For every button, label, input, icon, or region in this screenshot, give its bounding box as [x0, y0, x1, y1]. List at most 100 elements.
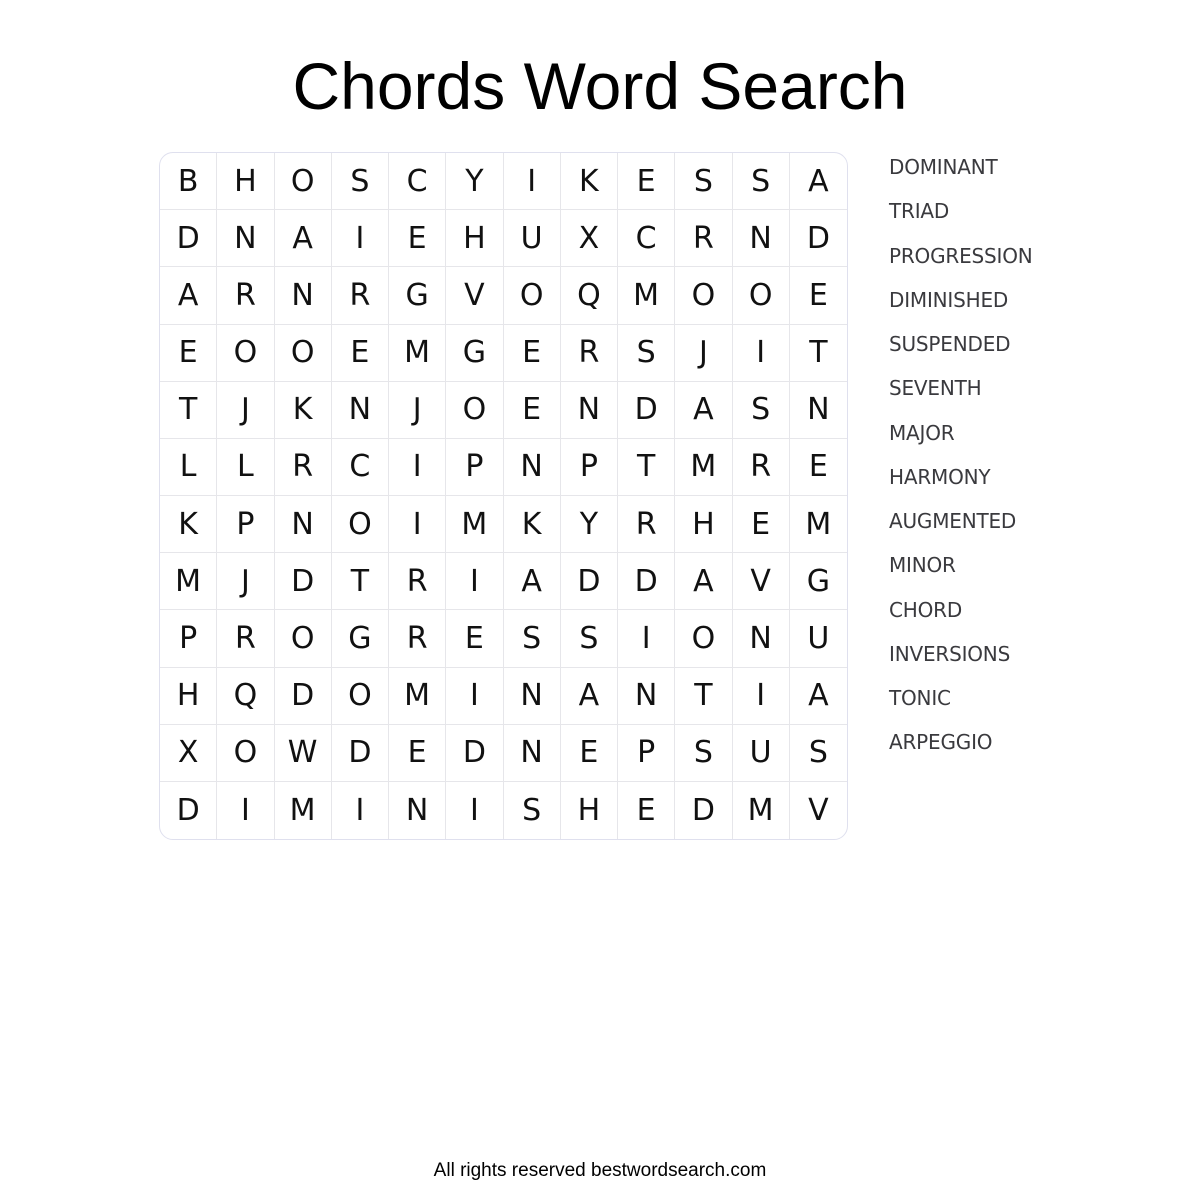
grid-cell[interactable]: D: [331, 724, 389, 782]
grid-cell[interactable]: E: [503, 381, 561, 439]
grid-cell[interactable]: H: [561, 781, 618, 839]
grid-cell[interactable]: E: [160, 324, 218, 382]
grid-cell[interactable]: C: [618, 210, 676, 268]
grid-cell[interactable]: I: [332, 781, 389, 839]
grid-cell[interactable]: A: [675, 381, 733, 439]
grid-cell[interactable]: K: [274, 381, 332, 439]
grid-cell[interactable]: D: [160, 210, 218, 268]
grid-cell[interactable]: Q: [560, 267, 618, 325]
grid-cell[interactable]: T: [618, 438, 676, 496]
grid-cell[interactable]: R: [618, 496, 676, 554]
grid-cell[interactable]: N: [789, 382, 847, 439]
grid-cell[interactable]: H: [446, 210, 504, 268]
grid-cell[interactable]: I: [331, 210, 389, 268]
grid-cell[interactable]: E: [389, 210, 447, 268]
grid-cell[interactable]: J: [389, 381, 447, 439]
grid-cell[interactable]: E: [389, 724, 447, 782]
grid-cell[interactable]: D: [560, 553, 618, 611]
grid-cell[interactable]: M: [389, 667, 447, 725]
grid-cell[interactable]: K: [560, 153, 618, 211]
grid-cell[interactable]: L: [160, 438, 218, 496]
grid-cell[interactable]: T: [160, 381, 218, 439]
grid-cell[interactable]: G: [389, 267, 447, 325]
grid-cell[interactable]: S: [618, 324, 676, 382]
grid-cell[interactable]: M: [618, 267, 676, 325]
grid-cell[interactable]: I: [618, 610, 676, 668]
grid-cell[interactable]: P: [160, 610, 218, 668]
grid-cell[interactable]: I: [389, 496, 447, 554]
grid-cell[interactable]: I: [217, 781, 275, 839]
grid-cell[interactable]: R: [389, 610, 447, 668]
grid-cell[interactable]: D: [618, 553, 676, 611]
grid-cell[interactable]: S: [503, 610, 561, 668]
grid-cell[interactable]: D: [274, 667, 332, 725]
grid-cell[interactable]: O: [732, 267, 790, 325]
grid-cell[interactable]: M: [389, 324, 447, 382]
grid-cell[interactable]: P: [560, 438, 618, 496]
grid-cell[interactable]: S: [789, 725, 847, 782]
grid-cell[interactable]: A: [675, 553, 733, 611]
grid-cell[interactable]: N: [732, 210, 790, 268]
grid-cell[interactable]: S: [675, 724, 733, 782]
grid-cell[interactable]: S: [732, 381, 790, 439]
grid-cell[interactable]: I: [732, 324, 790, 382]
grid-cell[interactable]: T: [675, 667, 733, 725]
grid-cell[interactable]: O: [503, 267, 561, 325]
grid-cell[interactable]: K: [160, 496, 218, 554]
grid-cell[interactable]: A: [789, 153, 847, 211]
grid-cell[interactable]: E: [560, 724, 618, 782]
grid-cell[interactable]: R: [732, 438, 790, 496]
grid-cell[interactable]: H: [160, 667, 218, 725]
grid-cell[interactable]: W: [274, 724, 332, 782]
grid-cell[interactable]: N: [331, 381, 389, 439]
grid-cell[interactable]: R: [560, 324, 618, 382]
grid-cell[interactable]: E: [446, 610, 504, 668]
grid-cell[interactable]: O: [217, 724, 275, 782]
grid-cell[interactable]: S: [732, 153, 790, 211]
grid-cell[interactable]: R: [331, 267, 389, 325]
grid-cell[interactable]: V: [446, 267, 504, 325]
grid-cell[interactable]: N: [732, 610, 790, 668]
grid-cell[interactable]: Y: [560, 496, 618, 554]
grid-cell[interactable]: I: [446, 781, 504, 839]
grid-cell[interactable]: D: [274, 553, 332, 611]
grid-cell[interactable]: G: [789, 553, 847, 611]
grid-cell[interactable]: M: [160, 553, 218, 611]
grid-cell[interactable]: N: [217, 210, 275, 268]
grid-cell[interactable]: C: [389, 153, 447, 211]
grid-cell[interactable]: E: [503, 324, 561, 382]
grid-cell[interactable]: U: [789, 610, 847, 668]
grid-cell[interactable]: X: [560, 210, 618, 268]
grid-cell[interactable]: P: [618, 724, 676, 782]
grid-cell[interactable]: O: [274, 610, 332, 668]
grid-cell[interactable]: I: [446, 667, 504, 725]
grid-cell[interactable]: S: [560, 610, 618, 668]
grid-cell[interactable]: A: [789, 668, 847, 725]
grid-cell[interactable]: O: [274, 324, 332, 382]
grid-cell[interactable]: D: [618, 381, 676, 439]
grid-cell[interactable]: V: [732, 553, 790, 611]
grid-cell[interactable]: N: [274, 496, 332, 554]
grid-cell[interactable]: E: [789, 267, 847, 325]
grid-cell[interactable]: R: [217, 610, 275, 668]
grid-cell[interactable]: I: [503, 153, 561, 211]
grid-cell[interactable]: E: [331, 324, 389, 382]
grid-cell[interactable]: D: [446, 724, 504, 782]
grid-cell[interactable]: Q: [217, 667, 275, 725]
grid-cell[interactable]: E: [618, 781, 676, 839]
grid-cell[interactable]: R: [274, 438, 332, 496]
grid-cell[interactable]: D: [789, 210, 847, 268]
grid-cell[interactable]: O: [446, 381, 504, 439]
grid-cell[interactable]: S: [675, 153, 733, 211]
grid-cell[interactable]: V: [790, 782, 847, 839]
grid-cell[interactable]: O: [217, 324, 275, 382]
grid-cell[interactable]: X: [160, 724, 218, 782]
grid-cell[interactable]: O: [675, 267, 733, 325]
grid-cell[interactable]: T: [789, 325, 847, 382]
grid-cell[interactable]: A: [560, 667, 618, 725]
grid-cell[interactable]: C: [331, 438, 389, 496]
grid-cell[interactable]: N: [274, 267, 332, 325]
grid-cell[interactable]: G: [446, 324, 504, 382]
grid-cell[interactable]: G: [331, 610, 389, 668]
grid-cell[interactable]: H: [675, 496, 733, 554]
